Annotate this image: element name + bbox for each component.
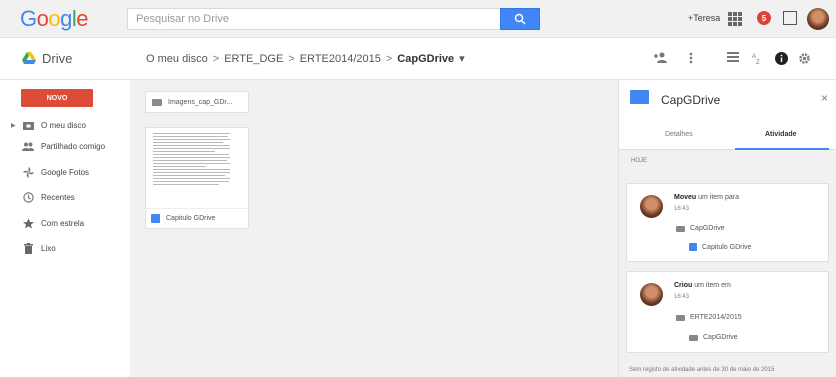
details-header: CapGDrive × [619,80,836,120]
breadcrumb-current[interactable]: CapGDrive [397,53,454,65]
trash-icon [22,242,34,254]
account-avatar[interactable] [807,8,829,30]
avatar [640,283,663,306]
sidebar-item-label: Com estrela [41,218,85,228]
breadcrumb-item[interactable]: ERTE_DGE [224,53,283,65]
shared-people-icon [22,140,34,152]
folder-icon [676,225,685,232]
search-input[interactable]: Pesquisar no Drive [127,8,500,30]
activity-time: 16:43 [674,206,690,212]
info-icon[interactable] [775,52,788,65]
apps-grid-icon[interactable] [728,12,742,26]
top-bar: Google Pesquisar no Drive +Teresa 5 [0,0,836,38]
folder-icon [676,314,685,321]
drive-folder-icon [22,119,34,131]
document-label: Capitulo GDrive [146,208,248,228]
drive-toolbar: Drive O meu disco > ERTE_DGE > ERTE2014/… [0,38,836,80]
breadcrumb-item[interactable]: ERTE2014/2015 [300,53,381,65]
sidebar-item-label: O meu disco [41,120,86,130]
sidebar-item-shared[interactable]: Partilhado comigo [0,136,130,156]
new-button[interactable]: NOVO [21,89,93,107]
activity-card: Criou um item em 16:43 ERTE2014/2015 Cap… [626,271,829,353]
sidebar-item-starred[interactable]: Com estrela [0,213,130,233]
activity-target[interactable]: ERTE2014/2015 [676,314,742,321]
activity-item[interactable]: CapGDrive [689,334,738,341]
activity-card: Moveu um item para 16:43 CapGDrive Capit… [626,183,829,262]
details-tabs: Detalhes Atividade [619,120,836,150]
sidebar-item-photos[interactable]: Google Fotos [0,162,130,182]
chevron-down-icon[interactable]: ▾ [459,52,465,65]
sidebar-item-label: Partilhado comigo [41,141,106,151]
share-icon[interactable] [783,11,797,25]
sidebar: NOVO ▶ O meu disco Partilhado comigo Goo… [0,80,130,377]
section-label: HOJE [631,158,648,164]
more-vert-icon[interactable] [689,52,693,64]
sort-az-icon[interactable]: AZ [752,52,764,64]
activity-footer-note: Sem registo de atividade antes de 30 de … [629,367,775,373]
breadcrumb: O meu disco > ERTE_DGE > ERTE2014/2015 >… [146,52,465,66]
close-icon[interactable]: × [821,91,828,105]
document-name: Capitulo GDrive [166,215,216,222]
activity-feed: HOJE Moveu um item para 16:43 CapGDrive … [619,150,836,377]
avatar [640,195,663,218]
clock-icon [22,191,34,203]
google-logo[interactable]: Google [20,6,89,32]
gear-icon[interactable] [798,52,811,65]
drive-logo-icon [22,52,36,64]
sidebar-item-trash[interactable]: Lixo [0,238,130,258]
details-panel: CapGDrive × Detalhes Atividade HOJE Move… [618,80,836,377]
user-profile-link[interactable]: +Teresa [688,13,720,23]
notification-badge[interactable]: 5 [757,11,771,25]
folder-name: Imagens_cap_GDr... [168,98,233,106]
activity-item[interactable]: Capitulo GDrive [689,243,751,251]
folder-icon [152,98,162,106]
activity-description: Moveu um item para [674,194,739,201]
activity-description: Criou um item em [674,282,731,289]
file-grid: Imagens_cap_GDr... Capitulo GDrive [130,80,618,377]
sidebar-item-my-drive[interactable]: ▶ O meu disco [0,115,130,135]
photos-pinwheel-icon [22,166,34,178]
breadcrumb-item[interactable]: O meu disco [146,53,208,65]
tab-activity[interactable]: Atividade [765,131,797,138]
star-icon [22,217,34,229]
docs-file-icon [689,243,697,251]
svg-text:Z: Z [756,60,760,64]
breadcrumb-separator: > [288,52,295,65]
search-icon [514,13,526,25]
folder-icon [630,90,649,104]
activity-time: 16:43 [674,294,690,300]
sidebar-item-recent[interactable]: Recentes [0,187,130,207]
search-button[interactable] [500,8,540,30]
folder-card[interactable]: Imagens_cap_GDr... [145,91,249,113]
tab-details[interactable]: Detalhes [665,131,693,138]
sidebar-item-label: Recentes [41,192,75,202]
list-view-icon[interactable] [727,52,739,62]
breadcrumb-separator: > [385,52,393,65]
app-title[interactable]: Drive [42,51,72,66]
breadcrumb-separator: > [212,52,220,65]
details-title: CapGDrive [661,93,721,107]
sidebar-item-label: Google Fotos [41,167,90,177]
activity-target[interactable]: CapGDrive [676,225,725,232]
expand-arrow-icon[interactable]: ▶ [11,122,16,129]
docs-file-icon [151,214,160,223]
add-person-icon[interactable] [654,52,668,64]
document-thumbnail [146,128,248,208]
folder-icon [689,334,698,341]
document-card[interactable]: Capitulo GDrive [145,127,249,229]
sidebar-item-label: Lixo [41,243,56,253]
